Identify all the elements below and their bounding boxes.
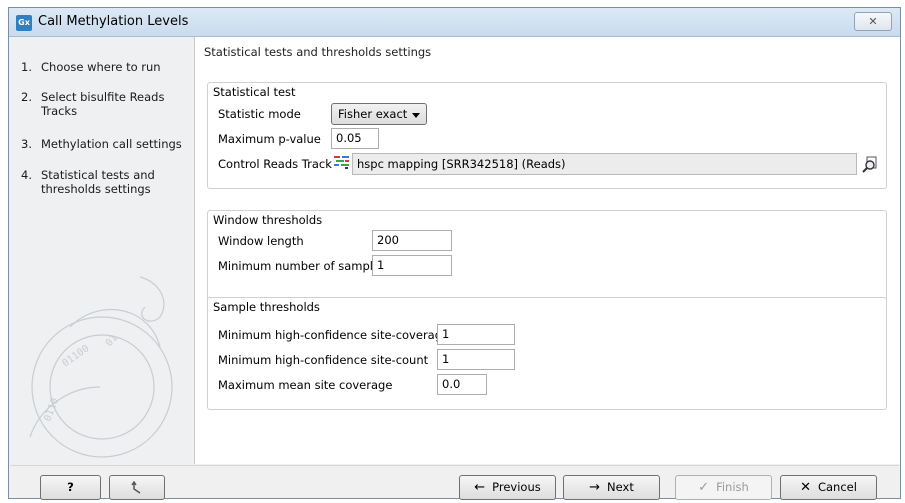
sidebar-watermark-graphic: 01100 0110 01	[29, 276, 173, 458]
finish-label: Finish	[716, 480, 749, 494]
button-bar: ? ← Previous → Next ✓ Finish ✕ Cancel	[10, 465, 899, 500]
max-pvalue-input[interactable]: 0.05	[331, 128, 379, 149]
step-label: Choose where to run	[41, 60, 161, 74]
close-icon: ✕	[800, 480, 811, 495]
step-label: Methylation call settings	[41, 137, 182, 151]
step-label: Select bisulfite Reads Tracks	[41, 90, 165, 118]
help-button[interactable]: ?	[40, 475, 101, 500]
content-panel: Statistical tests and thresholds setting…	[195, 37, 900, 464]
group-title: Statistical test	[213, 85, 296, 99]
window-title: Call Methylation Levels	[38, 14, 189, 29]
min-count-input[interactable]: 1	[437, 349, 515, 370]
cancel-button[interactable]: ✕ Cancel	[780, 475, 877, 500]
cancel-label: Cancel	[817, 480, 857, 494]
chevron-down-icon	[412, 113, 420, 118]
min-samples-label: Minimum number of samples	[218, 259, 387, 273]
svg-text:01100: 01100	[60, 343, 91, 369]
control-reads-track-field: hspc mapping [SRR342518] (Reads)	[352, 153, 857, 175]
dialog-window: Gx Call Methylation Levels ✕ 1. Choose w…	[8, 7, 901, 500]
close-button[interactable]: ✕	[854, 12, 892, 31]
wizard-sidebar: 1. Choose where to run 2. Select bisulfi…	[10, 37, 195, 464]
dropdown-value: Fisher exact	[338, 107, 408, 121]
app-icon: Gx	[16, 15, 32, 31]
min-coverage-input[interactable]: 1	[437, 324, 515, 345]
control-reads-label: Control Reads Track	[218, 157, 332, 171]
step-number: 4.	[21, 168, 32, 182]
statistic-mode-dropdown[interactable]: Fisher exact	[331, 103, 427, 125]
step-number: 1.	[21, 60, 32, 74]
step-number: 2.	[21, 90, 32, 104]
max-mean-coverage-label: Maximum mean site coverage	[218, 378, 393, 392]
finish-button[interactable]: ✓ Finish	[675, 475, 772, 500]
group-title: Sample thresholds	[213, 300, 320, 314]
step-label: Statistical tests and thresholds setting…	[41, 168, 155, 196]
group-title: Window thresholds	[213, 213, 323, 227]
page-title: Statistical tests and thresholds setting…	[204, 45, 432, 59]
arrow-right-icon: →	[589, 480, 601, 495]
reset-icon	[131, 480, 141, 494]
step-number: 3.	[21, 137, 32, 151]
reset-button[interactable]	[109, 475, 165, 500]
max-pvalue-label: Maximum p-value	[218, 132, 321, 146]
statistic-mode-label: Statistic mode	[218, 107, 301, 121]
min-count-label: Minimum high-confidence site-count	[218, 353, 429, 367]
min-coverage-label: Minimum high-confidence site-coverage	[218, 328, 450, 342]
min-samples-input[interactable]: 1	[372, 255, 452, 276]
arrow-left-icon: ←	[474, 480, 486, 495]
next-button[interactable]: → Next	[563, 475, 660, 500]
sample-thresholds-group: Sample thresholds Minimum high-confidenc…	[207, 297, 887, 410]
help-icon: ?	[67, 480, 74, 494]
dialog-body: 1. Choose where to run 2. Select bisulfi…	[10, 37, 900, 500]
reads-track-icon	[334, 156, 349, 169]
browse-icon[interactable]	[862, 155, 880, 173]
svg-text:0110: 0110	[42, 397, 61, 423]
previous-button[interactable]: ← Previous	[459, 475, 556, 500]
statistical-test-group: Statistical test Statistic mode Fisher e…	[207, 82, 887, 189]
window-length-label: Window length	[218, 234, 304, 248]
checkmark-icon: ✓	[698, 480, 710, 495]
close-icon: ✕	[868, 15, 878, 28]
max-mean-coverage-input[interactable]: 0.0	[437, 374, 487, 395]
previous-label: Previous	[492, 480, 541, 494]
title-bar[interactable]: Gx Call Methylation Levels ✕	[9, 8, 900, 37]
next-label: Next	[607, 480, 634, 494]
window-length-input[interactable]: 200	[372, 230, 452, 251]
